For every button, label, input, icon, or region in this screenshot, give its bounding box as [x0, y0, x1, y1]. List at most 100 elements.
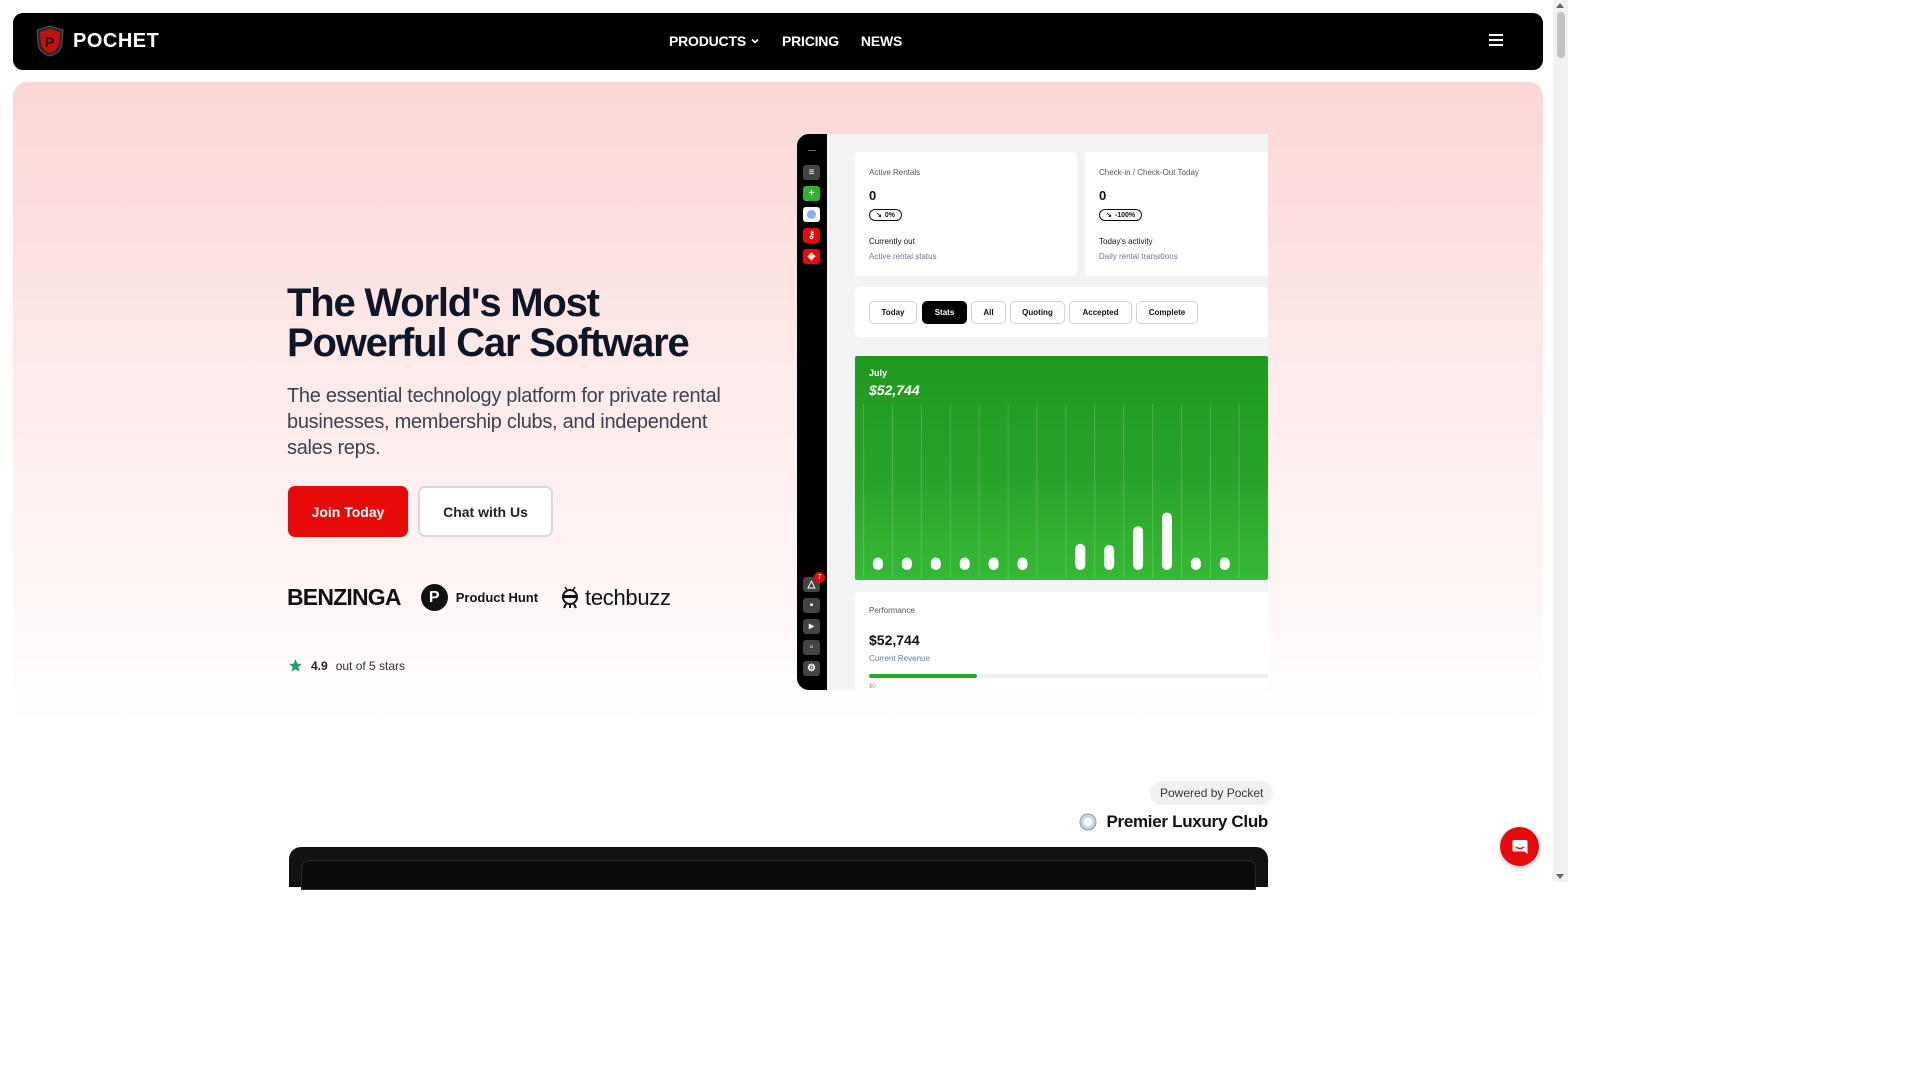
- message-icon[interactable]: ▪: [803, 598, 820, 613]
- active-rentals-change: ↘ 0%: [869, 209, 902, 221]
- performance-value: $52,744: [869, 632, 920, 648]
- revenue-bar: [959, 557, 970, 570]
- scroll-down-arrow-icon[interactable]: [1556, 874, 1564, 879]
- revenue-bar: [1133, 526, 1144, 570]
- pochet-shield-logo-icon: P: [36, 25, 64, 57]
- tab-all[interactable]: All: [971, 301, 1006, 324]
- trend-icon: ↘: [876, 212, 882, 219]
- product-hunt-icon: P: [420, 584, 448, 611]
- techbuzz-label: techbuzz: [585, 584, 671, 610]
- logo-text: POCHET: [73, 29, 160, 52]
- dashboard-preview: ≡ + ⚷ ◈ △ 7 ▪ ▸ ▫ ⚙ Active Rentals 0 ↘ 0…: [797, 134, 1268, 690]
- revenue-bar: [873, 557, 883, 570]
- tab-accepted[interactable]: Accepted: [1069, 301, 1132, 324]
- checkin-change-value: -100%: [1114, 211, 1136, 219]
- star-icon: [289, 659, 302, 672]
- scroll-up-arrow-icon[interactable]: [1556, 3, 1564, 8]
- page-scrollbar[interactable]: [1553, 0, 1568, 882]
- checkin-value: 0: [1099, 188, 1107, 203]
- add-icon[interactable]: +: [803, 186, 820, 201]
- chevron-down-icon: [751, 38, 759, 44]
- trend-icon: ↘: [1106, 212, 1112, 219]
- revenue-bar: [1219, 557, 1230, 570]
- join-today-button[interactable]: Join Today: [288, 486, 408, 537]
- nav-products[interactable]: PRODUCTS: [669, 33, 760, 49]
- tab-stats[interactable]: Stats: [922, 301, 967, 324]
- nav-pricing[interactable]: PRICING: [782, 33, 839, 49]
- product-hunt-logo: P Product Hunt: [420, 584, 539, 611]
- performance-progress: [869, 674, 1268, 678]
- techbuzz-logo: techbuzz: [558, 585, 671, 611]
- revenue-bar: [901, 557, 912, 570]
- active-rentals-title: Active Rentals: [869, 168, 921, 177]
- active-rentals-label: Currently out: [869, 237, 915, 246]
- checkin-title: Check-in / Check-Out Today: [1099, 168, 1199, 177]
- notification-badge: 7: [814, 572, 825, 583]
- chat-launcher[interactable]: [1500, 827, 1539, 866]
- nav-products-label: PRODUCTS: [669, 33, 746, 49]
- revenue-bar: [1162, 512, 1172, 570]
- performance-progress-fill: [869, 674, 977, 678]
- active-rentals-card: Active Rentals 0 ↘ 0% Currently out Acti…: [855, 152, 1077, 276]
- scroll-thumb[interactable]: [1557, 12, 1565, 58]
- layers-icon[interactable]: ◈: [803, 249, 820, 264]
- hero-title-line1: The World's Most: [287, 281, 600, 325]
- hero-subtitle: The essential technology platform for pr…: [287, 385, 721, 459]
- revenue-bar: [988, 557, 999, 570]
- hero-title-line2: Powerful Car Software: [287, 321, 690, 365]
- active-rentals-change-value: 0%: [884, 211, 895, 219]
- revenue-bar: [1104, 545, 1115, 570]
- techbuzz-bee-icon: [562, 586, 579, 608]
- club-heading: Premier Luxury Club: [1079, 812, 1268, 832]
- club-video-preview: [289, 847, 1268, 890]
- checkin-sub: Daily rental transitions: [1099, 252, 1178, 261]
- active-rentals-value: 0: [869, 188, 877, 203]
- revenue-bar: [1190, 557, 1201, 570]
- tab-quoting[interactable]: Quoting: [1010, 301, 1065, 324]
- performance-sub: Current Revenue: [869, 654, 930, 663]
- press-logos: BENZINGA P Product Hunt techbuzz: [287, 584, 671, 611]
- globe-icon: [1079, 813, 1097, 831]
- hero-title: The World's Most Powerful Car Software: [287, 281, 690, 365]
- checkin-change: ↘ -100%: [1099, 209, 1143, 221]
- active-rentals-sub: Active rental status: [869, 252, 937, 261]
- play-icon[interactable]: ▸: [803, 619, 820, 634]
- rating-score: 4.9: [311, 658, 328, 673]
- hamburger-menu-icon[interactable]: [1489, 34, 1503, 46]
- svg-text:P: P: [45, 34, 54, 50]
- performance-tick: $0: [869, 684, 876, 690]
- powered-by-badge: Powered by Pocket: [1150, 781, 1274, 805]
- checkin-label: Today's activity: [1099, 237, 1153, 246]
- performance-title: Performance: [869, 606, 915, 615]
- hero-section: [13, 82, 1543, 722]
- rating-suffix: out of 5 stars: [335, 658, 406, 673]
- dashboard-tabs: Today Stats All Quoting Accepted Complet…: [855, 287, 1268, 337]
- color-picker-icon[interactable]: [803, 207, 820, 222]
- revenue-bar: [1017, 557, 1028, 570]
- revenue-bar: [930, 557, 941, 570]
- top-navbar: P POCHET PRODUCTS PRICING NEWS: [13, 13, 1543, 70]
- product-hunt-label: Product Hunt: [455, 590, 539, 605]
- video-frame: [301, 860, 1256, 890]
- dashboard-sidebar: ≡ + ⚷ ◈ △ 7 ▪ ▸ ▫ ⚙: [797, 134, 827, 690]
- revenue-chart: July $52,744: [855, 356, 1268, 580]
- benzinga-logo: BENZINGA: [287, 584, 402, 610]
- logo[interactable]: P POCHET: [35, 25, 159, 57]
- nav-links: PRODUCTS PRICING NEWS: [669, 33, 902, 49]
- revenue-bars: [863, 404, 1240, 578]
- club-name: Premier Luxury Club: [1106, 812, 1268, 831]
- key-icon[interactable]: ⚷: [803, 228, 820, 243]
- chat-bubble-icon: [1512, 839, 1527, 854]
- sidebar-logo-icon: [803, 148, 820, 152]
- tab-today[interactable]: Today: [869, 301, 917, 324]
- menu-icon[interactable]: ≡: [803, 165, 820, 180]
- tab-complete[interactable]: Complete: [1136, 301, 1198, 324]
- rating: 4.9 out of 5 stars: [288, 658, 405, 673]
- revenue-bar: [1075, 543, 1086, 570]
- checkin-card: Check-in / Check-Out Today 0 ↘ -100% Tod…: [1085, 152, 1268, 276]
- nav-news[interactable]: NEWS: [861, 33, 902, 49]
- settings-gear-icon[interactable]: ⚙: [803, 661, 820, 676]
- chat-with-us-button[interactable]: Chat with Us: [418, 486, 553, 537]
- lock-icon[interactable]: ▫: [803, 640, 820, 655]
- performance-card: Performance $52,744 Current Revenue $0: [855, 592, 1268, 690]
